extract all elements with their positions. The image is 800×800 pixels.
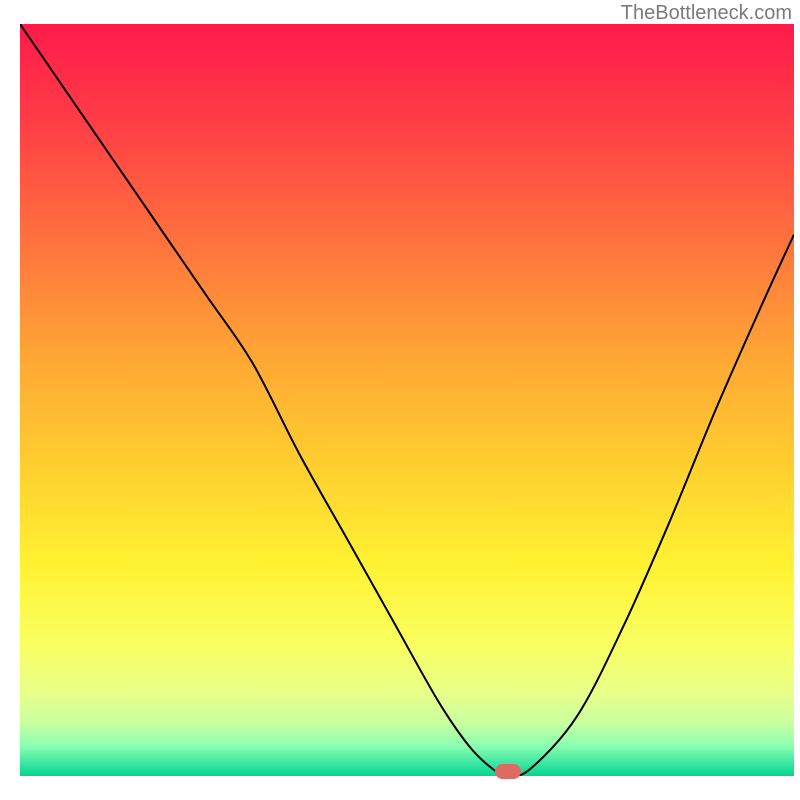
chart-svg [20, 24, 794, 776]
optimal-point-marker [495, 764, 521, 779]
plot-area [20, 24, 794, 776]
gradient-background [20, 24, 794, 776]
chart-container: TheBottleneck.com [0, 0, 800, 800]
watermark-label: TheBottleneck.com [621, 2, 792, 25]
